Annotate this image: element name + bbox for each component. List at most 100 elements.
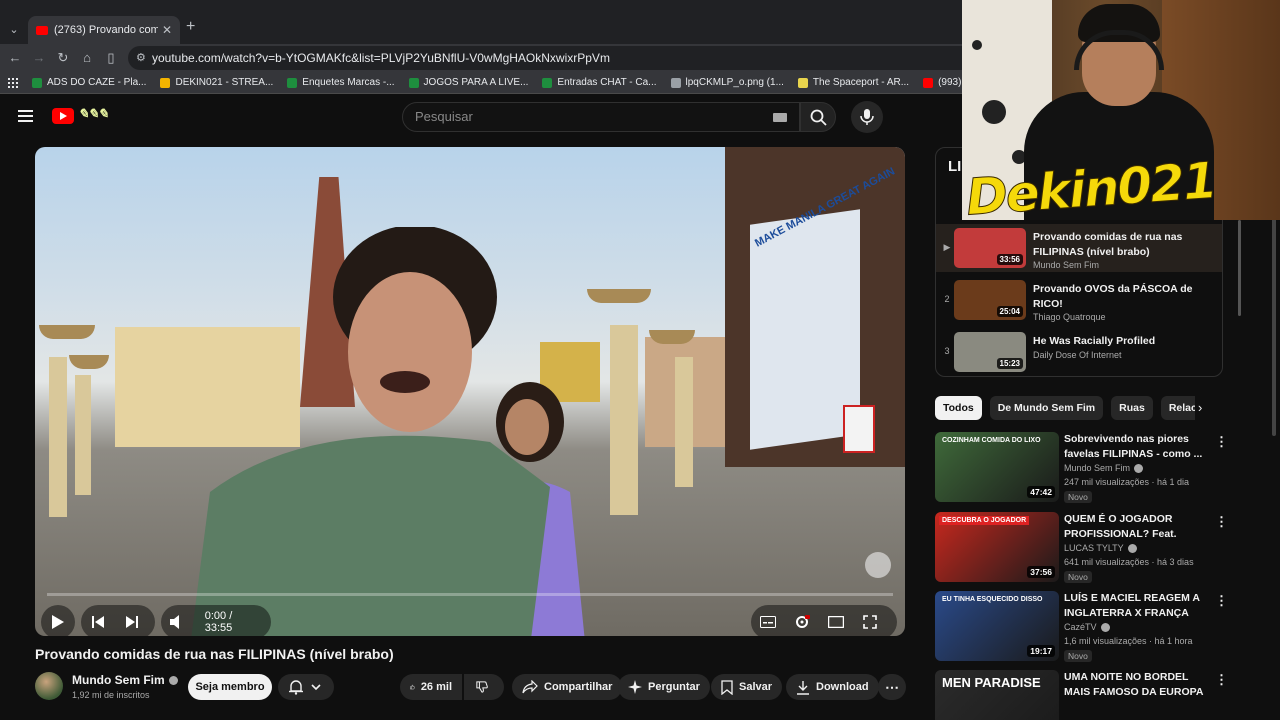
keyboard-icon[interactable] (773, 113, 787, 122)
more-vertical-icon[interactable]: ⋮ (1215, 434, 1228, 450)
recommended-video[interactable]: EU TINHA ESQUECIDO DISSO 19:17 LUÍS E MACI… (935, 591, 1235, 665)
more-actions-button[interactable]: ⋯ (878, 674, 906, 700)
channel-name-row[interactable]: Mundo Sem Fim (72, 673, 178, 687)
youtube-logo-icon[interactable] (52, 108, 74, 124)
recommended-video[interactable]: MEN PARADISE UMA NOITE NO BORDEL MAIS FAM… (935, 670, 1235, 720)
playlist-duration: 15:23 (996, 358, 1023, 369)
mute-button[interactable] (161, 605, 193, 636)
search-button[interactable] (800, 102, 836, 132)
filter-chip[interactable]: Todos (935, 396, 982, 420)
bookmark-favicon-icon (32, 77, 42, 88)
playlist-item[interactable]: ▶ 33:56 Provando comidas de rua nas FILIPI… (936, 224, 1222, 272)
playlist-item-title[interactable]: Provando OVOS da PÁSCOA de RICO! (1033, 282, 1213, 312)
video-player[interactable]: MAKE MANILA GREAT AGAIN 0:00 / 33:55 (35, 147, 905, 636)
theater-mode-button[interactable] (819, 605, 853, 636)
playlist-item-channel[interactable]: Daily Dose Of Internet (1033, 350, 1122, 360)
share-button[interactable]: Compartilhar (512, 674, 623, 700)
filter-chip[interactable]: Relac (1160, 396, 1195, 420)
join-button[interactable]: Seja membro (188, 674, 272, 700)
video-progress-bar[interactable] (47, 593, 893, 596)
more-vertical-icon[interactable]: ⋮ (1215, 672, 1228, 688)
ask-button[interactable]: Perguntar (618, 674, 710, 700)
recommended-thumbnail[interactable]: COZINHAM COMIDA DO LIXO 47:42 (935, 432, 1059, 502)
playlist-thumbnail[interactable]: 25:04 (954, 280, 1026, 320)
recommended-channel-name[interactable]: Mundo Sem Fim (1064, 463, 1130, 473)
bookmark-item[interactable]: Enquetes Marcas -... (287, 77, 395, 88)
search-icon (810, 109, 827, 126)
apps-grid-icon[interactable] (8, 77, 18, 88)
bookmark-item[interactable]: DEKIN021 - STREA... (160, 77, 273, 88)
bookmark-item[interactable]: JOGOS PARA A LIVE... (408, 77, 528, 88)
recommended-thumbnail[interactable]: EU TINHA ESQUECIDO DISSO 19:17 (935, 591, 1059, 661)
home-icon[interactable]: ⌂ (78, 49, 96, 67)
play-button[interactable] (41, 605, 75, 636)
side-panel-icon[interactable]: ▯ (102, 49, 120, 67)
filter-chips: Todos De Mundo Sem Fim Ruas Relac (935, 396, 1203, 420)
youtube-logo-doodle[interactable]: ✎✎✎ (78, 106, 109, 122)
playlist-item-channel[interactable]: Mundo Sem Fim (1033, 260, 1099, 270)
bookmark-favicon-icon (160, 77, 171, 88)
playlist-item[interactable]: 3 15:23 He Was Racially Profiled Daily Dose… (936, 328, 1222, 376)
recommended-thumbnail[interactable]: DESCUBRA O JOGADOR 37:56 (935, 512, 1059, 582)
playlist-scrollbar[interactable] (1238, 220, 1241, 316)
recommended-channel-name[interactable]: LUCAS TYLTY (1064, 543, 1124, 553)
channel-name[interactable]: Mundo Sem Fim (72, 673, 165, 687)
recommended-channel[interactable]: Mundo Sem Fim (1064, 463, 1144, 474)
forward-arrow-icon[interactable]: → (30, 49, 48, 67)
playlist-item[interactable]: 2 25:04 Provando OVOS da PÁSCOA de RICO! Th… (936, 276, 1222, 324)
filter-chip[interactable]: Ruas (1111, 396, 1153, 420)
thumbnail-caption: DESCUBRA O JOGADOR (939, 516, 1030, 525)
bookmark-favicon-icon (797, 77, 808, 88)
playlist-item-title[interactable]: Provando comidas de rua nas FILIPINAS (n… (1033, 230, 1213, 260)
recommended-thumbnail[interactable]: MEN PARADISE (935, 670, 1059, 720)
recommended-channel[interactable]: CazéTV (1064, 622, 1110, 633)
playlist-thumbnail[interactable]: 15:23 (954, 332, 1026, 372)
recommended-title[interactable]: QUEM É O JOGADOR PROFISSIONAL? Feat. Lug… (1064, 512, 1209, 542)
more-vertical-icon[interactable]: ⋮ (1215, 593, 1228, 609)
recommended-video[interactable]: DESCUBRA O JOGADOR 37:56 QUEM É O JOGADOR … (935, 512, 1235, 586)
playlist-header[interactable]: LI (948, 158, 961, 175)
address-url: youtube.com/watch?v=b-YtOGMAKfc&list=PLV… (152, 51, 610, 65)
playlist-item-channel[interactable]: Thiago Quatroque (1033, 312, 1106, 322)
more-vertical-icon[interactable]: ⋮ (1215, 514, 1228, 530)
bookmark-item[interactable]: lpqCKMLP_o.png (1... (670, 77, 784, 88)
subscription-bell-button[interactable] (278, 674, 334, 700)
recommended-channel-name[interactable]: CazéTV (1064, 622, 1097, 632)
reload-icon[interactable]: ↻ (54, 49, 72, 67)
bookmark-favicon-icon (408, 77, 419, 88)
search-input[interactable]: Pesquisar (402, 102, 800, 132)
previous-button[interactable] (81, 605, 115, 636)
next-button[interactable] (115, 605, 149, 636)
recommended-title[interactable]: LUÍS E MACIEL REAGEM A INGLATERRA X FRAN… (1064, 591, 1209, 621)
bookmark-item[interactable]: ADS DO CAZE - Pla... (32, 77, 146, 88)
tab-search-chevron-icon[interactable]: ⌄ (4, 20, 24, 40)
chips-next-chevron-icon[interactable]: › (1198, 400, 1202, 415)
save-button[interactable]: Salvar (711, 674, 783, 700)
recommended-channel[interactable]: LUCAS TYLTY (1064, 543, 1137, 554)
bookmark-item[interactable]: Entradas CHAT - Ca... (542, 77, 657, 88)
voice-search-button[interactable] (851, 101, 883, 133)
filter-chip[interactable]: De Mundo Sem Fim (989, 396, 1104, 420)
back-arrow-icon[interactable]: ← (6, 49, 24, 67)
browser-tab-active[interactable]: (2763) Provando comidas de ru ✕ (28, 16, 180, 44)
download-label: Download (816, 681, 869, 693)
dislike-button[interactable] (464, 674, 504, 700)
recommended-title[interactable]: UMA NOITE NO BORDEL MAIS FAMOSO DA EUROP… (1064, 670, 1209, 700)
recommended-video[interactable]: COZINHAM COMIDA DO LIXO 47:42 Sobrevivendo… (935, 432, 1235, 506)
channel-avatar[interactable] (35, 672, 63, 700)
playlist-item-title[interactable]: He Was Racially Profiled (1033, 334, 1213, 349)
menu-icon[interactable] (18, 110, 33, 122)
settings-button[interactable] (785, 605, 819, 636)
next-icon (126, 616, 138, 628)
site-info-icon[interactable]: ⚙ (136, 46, 146, 70)
verified-check-icon (1127, 544, 1137, 554)
new-tab-plus-icon[interactable]: + (186, 18, 195, 36)
recommended-title[interactable]: Sobrevivendo nas piores favelas FILIPINA… (1064, 432, 1209, 462)
fullscreen-button[interactable] (853, 605, 887, 636)
tab-close-icon[interactable]: ✕ (162, 23, 172, 37)
subtitles-button[interactable] (751, 605, 785, 636)
download-button[interactable]: Download (786, 674, 879, 700)
bookmark-item[interactable]: The Spaceport - AR... (797, 77, 909, 88)
playlist-thumbnail[interactable]: 33:56 (954, 228, 1026, 268)
like-button[interactable]: 26 mil (400, 674, 462, 700)
